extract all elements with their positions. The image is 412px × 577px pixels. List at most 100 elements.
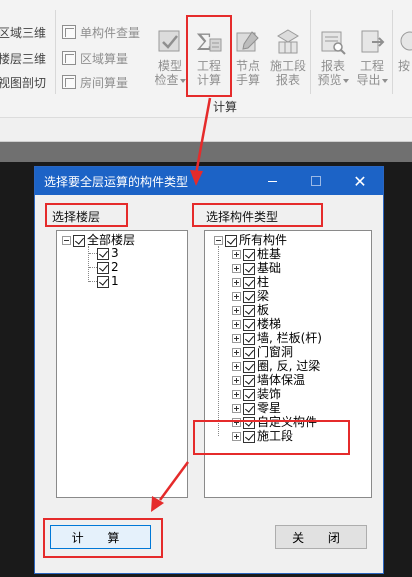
calculate-button[interactable]: 计 算 (50, 525, 151, 549)
floor-node[interactable]: 2 (97, 261, 119, 274)
ribbon-project-calc-button[interactable]: Σ 工程 计算 (190, 24, 228, 96)
component-node[interactable]: 装饰 (232, 388, 281, 401)
ribbon-model-check-button[interactable]: 模型 检查 (151, 24, 189, 96)
ribbon-node-manual-calc-button[interactable]: 节点 手算 (229, 24, 267, 96)
checkbox-checked-icon[interactable] (243, 276, 255, 289)
floor-root-node[interactable]: 全部楼层 (62, 234, 135, 247)
expand-icon[interactable] (232, 418, 241, 427)
component-node[interactable]: 自定义构件 (232, 416, 317, 429)
expand-icon[interactable] (232, 390, 241, 399)
checkbox-checked-icon[interactable] (243, 290, 255, 303)
floor-panel-title: 选择楼层 (52, 210, 101, 224)
checkbox-checked-icon[interactable] (243, 304, 255, 317)
more-label: 按 (397, 59, 410, 73)
checkbox-checked-icon[interactable] (243, 262, 255, 275)
expand-icon[interactable] (232, 404, 241, 413)
expand-icon[interactable] (232, 320, 241, 329)
expand-icon[interactable] (232, 362, 241, 371)
project-calc-label-1: 工程 (196, 59, 221, 73)
component-node[interactable]: 施工段 (232, 430, 293, 443)
component-panel-title: 选择构件类型 (206, 210, 279, 224)
checkbox-checked-icon[interactable] (73, 234, 85, 247)
ribbon-room-qty-label: 房间算量 (80, 75, 129, 90)
checkbox-checked-icon[interactable] (243, 346, 255, 359)
ribbon-more-button[interactable]: 按 (396, 24, 412, 96)
component-label: 桩基 (257, 247, 282, 261)
component-node[interactable]: 梁 (232, 290, 269, 303)
checkbox-checked-icon[interactable] (97, 247, 109, 260)
minimize-icon[interactable] (255, 167, 289, 195)
ribbon-single-component-qty-label: 单构件查量 (80, 25, 141, 40)
component-root-label: 所有构件 (239, 233, 288, 247)
ribbon-report-preview-button[interactable]: 报表 预览 (314, 24, 352, 96)
collapse-icon[interactable] (62, 236, 71, 245)
ribbon-area-qty-button[interactable]: 区域算量 (62, 48, 128, 68)
checkbox-checked-icon[interactable] (243, 332, 255, 345)
expand-icon[interactable] (232, 250, 241, 259)
ribbon-group-label-calc: 计算 (212, 100, 237, 114)
checkbox-checked-icon[interactable] (243, 360, 255, 373)
checkbox-checked-icon[interactable] (225, 234, 237, 247)
ribbon-area-3d-button[interactable]: 区域三维 (0, 22, 46, 42)
dialog-title: 选择要全层运算的构件类型 (44, 174, 189, 189)
component-node[interactable]: 柱 (232, 276, 269, 289)
component-label: 门窗洞 (257, 345, 294, 359)
component-node[interactable]: 桩基 (232, 248, 281, 261)
section-report-label-2: 报表 (275, 73, 300, 87)
ribbon-section-report-button[interactable]: 施工段 报表 (266, 24, 310, 96)
expand-icon[interactable] (232, 376, 241, 385)
expand-icon[interactable] (232, 278, 241, 287)
checkbox-checked-icon[interactable] (243, 248, 255, 261)
component-label: 墙, 栏板(杆) (257, 331, 322, 345)
floor-tree[interactable]: 全部楼层 3 2 1 (56, 230, 188, 498)
report-preview-label-2: 预览 (317, 73, 342, 87)
expand-icon[interactable] (232, 348, 241, 357)
component-node[interactable]: 墙, 栏板(杆) (232, 332, 322, 345)
expand-icon[interactable] (232, 432, 241, 441)
component-node[interactable]: 基础 (232, 262, 281, 275)
checkbox-checked-icon[interactable] (97, 261, 109, 274)
project-export-label-1: 工程 (359, 59, 384, 73)
expand-icon[interactable] (232, 264, 241, 273)
close-icon[interactable]: ✕ (343, 167, 377, 195)
component-node[interactable]: 板 (232, 304, 269, 317)
component-node[interactable]: 楼梯 (232, 318, 281, 331)
floor-node[interactable]: 1 (97, 275, 119, 288)
select-component-type-dialog: 选择要全层运算的构件类型 ✕ 选择楼层 全部楼层 3 2 1 选择构件类型 所有… (34, 166, 384, 574)
node-calc-label-2: 手算 (235, 73, 260, 87)
checkbox-checked-icon[interactable] (243, 402, 255, 415)
checkbox-checked-icon[interactable] (243, 388, 255, 401)
ribbon-section-view-button[interactable]: 视图剖切 (0, 72, 46, 92)
area-qty-icon (62, 51, 76, 65)
component-node[interactable]: 零星 (232, 402, 281, 415)
checkbox-checked-icon[interactable] (243, 416, 255, 429)
more-icon (398, 28, 412, 56)
checkbox-checked-icon[interactable] (97, 275, 109, 288)
expand-icon[interactable] (232, 306, 241, 315)
ribbon-project-export-button[interactable]: 工程 导出 (353, 24, 391, 96)
floor-label: 3 (111, 246, 119, 260)
maximize-icon[interactable] (299, 167, 333, 195)
floor-node[interactable]: 3 (97, 247, 119, 260)
component-label: 装饰 (257, 387, 282, 401)
svg-text:Σ: Σ (196, 31, 212, 56)
component-node[interactable]: 墙体保温 (232, 374, 305, 387)
close-button[interactable]: 关 闭 (275, 525, 367, 549)
checkbox-checked-icon[interactable] (243, 430, 255, 443)
component-label: 板 (257, 303, 270, 317)
ribbon-area-qty-label: 区域算量 (80, 51, 129, 66)
component-tree[interactable]: 所有构件 桩基 基础 柱 梁 板 楼梯 墙, 栏板(杆) 门窗洞 圈, 反, 过… (204, 230, 372, 498)
component-node[interactable]: 门窗洞 (232, 346, 293, 359)
report-preview-icon (319, 28, 347, 56)
ribbon-room-qty-button[interactable]: 房间算量 (62, 72, 128, 92)
expand-icon[interactable] (232, 334, 241, 343)
expand-icon[interactable] (232, 292, 241, 301)
dialog-titlebar[interactable]: 选择要全层运算的构件类型 ✕ (35, 167, 383, 195)
component-node[interactable]: 圈, 反, 过梁 (232, 360, 320, 373)
checkbox-checked-icon[interactable] (243, 318, 255, 331)
checkbox-checked-icon[interactable] (243, 374, 255, 387)
component-root-node[interactable]: 所有构件 (214, 234, 287, 247)
collapse-icon[interactable] (214, 236, 223, 245)
ribbon-floor-3d-button[interactable]: 楼层三维 (0, 48, 46, 68)
ribbon-single-component-qty-button[interactable]: 单构件查量 (62, 22, 140, 42)
